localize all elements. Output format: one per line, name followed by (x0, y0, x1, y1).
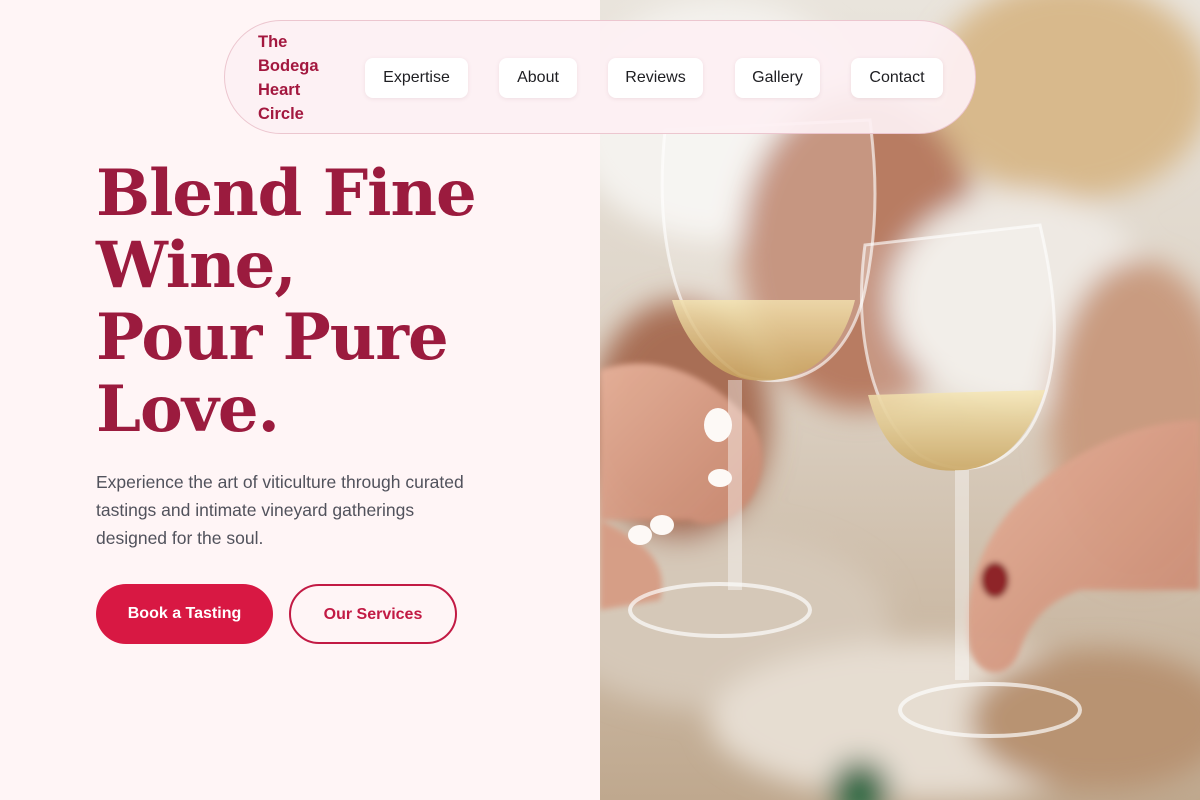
book-tasting-button[interactable]: Book a Tasting (96, 584, 273, 644)
hero-title-line: Blend Fine (96, 156, 477, 231)
top-navigation: The Bodega Heart Circle Expertise About … (224, 20, 976, 134)
brand-line: The (258, 33, 288, 51)
brand-line: Heart (258, 81, 301, 99)
hero-title-line: Pour Pure (96, 300, 449, 375)
nav-link-gallery[interactable]: Gallery (735, 58, 820, 98)
brand-line: Circle (258, 105, 304, 123)
hero-title: Blend Fine Wine, Pour Pure Love. (96, 158, 576, 446)
hero-subtitle: Experience the art of viticulture throug… (96, 472, 464, 548)
our-services-button[interactable]: Our Services (289, 584, 457, 644)
hero-title-line: Love. (96, 372, 280, 447)
nav-link-contact[interactable]: Contact (851, 58, 943, 98)
nav-link-about[interactable]: About (499, 58, 577, 98)
nav-link-expertise[interactable]: Expertise (365, 58, 468, 98)
hero-title-line: Wine, (96, 228, 297, 303)
brand-logo[interactable]: The Bodega Heart Circle (258, 30, 330, 126)
nav-link-reviews[interactable]: Reviews (608, 58, 703, 98)
brand-line: Bodega (258, 57, 319, 75)
